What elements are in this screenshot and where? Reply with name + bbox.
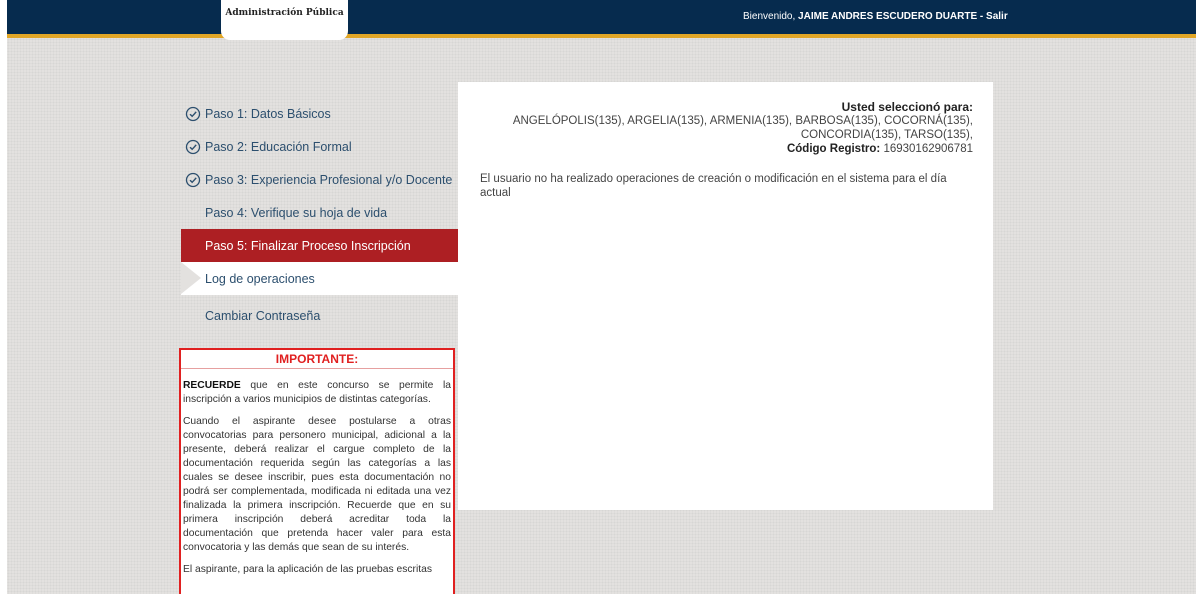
sidebar-item-paso-3[interactable]: Paso 3: Experiencia Profesional y/o Doce… xyxy=(181,163,458,196)
registration-code: Código Registro: 16930162906781 xyxy=(483,142,973,156)
sidebar-item-label: Log de operaciones xyxy=(205,271,315,286)
selected-municipalities-line-1: ANGELÓPOLIS(135), ARGELIA(135), ARMENIA(… xyxy=(512,115,973,127)
log-message: El usuario no ha realizado operaciones d… xyxy=(480,173,947,199)
registration-code-label: Código Registro: xyxy=(786,143,881,155)
sidebar-item-label: Paso 5: Finalizar Proceso Inscripción xyxy=(205,238,411,253)
sidebar-item-label: Paso 3: Experiencia Profesional y/o Doce… xyxy=(205,172,453,187)
important-paragraph: RECUERDE que en este concurso se permite… xyxy=(183,379,451,407)
logout-link[interactable]: - Salir xyxy=(980,11,1008,22)
sidebar-item-label: Cambiar Contraseña xyxy=(205,308,321,323)
check-circle-icon xyxy=(185,139,201,154)
welcome-text: Bienvenido, JAIME ANDRES ESCUDERO DUARTE… xyxy=(743,11,1008,22)
sidebar-item-paso-5[interactable]: Paso 5: Finalizar Proceso Inscripción xyxy=(181,229,458,262)
important-title: IMPORTANTE: xyxy=(181,350,453,369)
sidebar-item-label: Paso 1: Datos Básicos xyxy=(205,106,331,121)
important-paragraph: El aspirante, para la aplicación de las … xyxy=(183,564,432,575)
user-name: JAIME ANDRES ESCUDERO DUARTE xyxy=(798,11,978,22)
important-notice: IMPORTANTE: RECUERDE que en este concurs… xyxy=(179,348,455,594)
sidebar-item-label: Paso 4: Verifique su hoja de vida xyxy=(205,205,388,220)
sidebar-item-label: Paso 2: Educación Formal xyxy=(205,139,352,154)
important-body: RECUERDE que en este concurso se permite… xyxy=(181,369,453,577)
top-header-bar: Bienvenido, JAIME ANDRES ESCUDERO DUARTE… xyxy=(7,0,1196,38)
logo-text: Administración Pública xyxy=(225,8,344,18)
sidebar-item-paso-2[interactable]: Paso 2: Educación Formal xyxy=(181,130,458,163)
sidebar-item-log-operaciones[interactable]: Log de operaciones xyxy=(181,262,458,295)
check-circle-icon xyxy=(185,172,201,187)
selected-municipalities-line-2: CONCORDIA(135), TARSO(135), xyxy=(800,129,973,141)
logo-tab[interactable]: Administración Pública xyxy=(221,0,348,40)
important-paragraph: Cuando el aspirante desee postularse a o… xyxy=(183,416,451,553)
sidebar-item-paso-1[interactable]: Paso 1: Datos Básicos xyxy=(181,97,458,130)
important-emphasis: RECUERDE xyxy=(183,380,241,391)
selection-title: Usted seleccionó para: xyxy=(841,100,973,114)
check-circle-icon xyxy=(185,106,201,121)
sidebar-item-paso-4[interactable]: Paso 4: Verifique su hoja de vida xyxy=(181,196,458,229)
sidebar-menu: Paso 1: Datos Básicos Paso 2: Educación … xyxy=(181,97,458,332)
sidebar-item-cambiar-contrasena[interactable]: Cambiar Contraseña xyxy=(181,299,458,332)
selection-summary: Usted seleccionó para: ANGELÓPOLIS(135),… xyxy=(483,100,973,156)
main-content-panel: Usted seleccionó para: ANGELÓPOLIS(135),… xyxy=(458,82,993,510)
registration-code-value: 16930162906781 xyxy=(880,143,973,155)
welcome-prefix: Bienvenido, xyxy=(743,11,799,22)
